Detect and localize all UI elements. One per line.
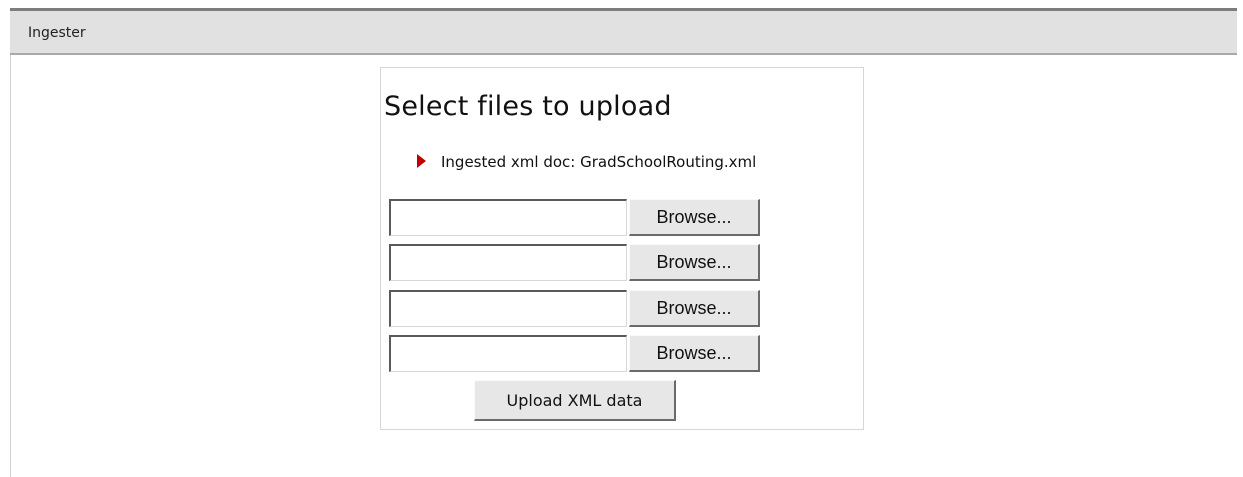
ingest-status-text: Ingested xml doc: GradSchoolRouting.xml (441, 153, 757, 171)
ingest-status-message: Ingested xml doc: GradSchoolRouting.xml (417, 153, 756, 171)
title-bar: Ingester (10, 11, 1237, 55)
panel-heading: Select files to upload (384, 91, 672, 122)
upload-xml-button[interactable]: Upload XML data (474, 380, 676, 421)
browse-button-1[interactable]: Browse... (629, 199, 760, 236)
browse-button-2[interactable]: Browse... (629, 244, 760, 281)
browse-button-3[interactable]: Browse... (629, 290, 760, 327)
ingester-page: Ingester Select files to upload Ingested… (0, 0, 1243, 477)
upload-panel: Select files to upload Ingested xml doc:… (380, 67, 864, 430)
file-path-input-1[interactable] (389, 199, 627, 236)
left-divider (10, 55, 11, 477)
browse-button-4[interactable]: Browse... (629, 335, 760, 372)
window-title: Ingester (28, 25, 86, 41)
file-path-input-3[interactable] (389, 290, 627, 327)
file-path-input-4[interactable] (389, 335, 627, 372)
red-triangle-arrow-icon (417, 154, 426, 168)
file-path-input-2[interactable] (389, 244, 627, 281)
